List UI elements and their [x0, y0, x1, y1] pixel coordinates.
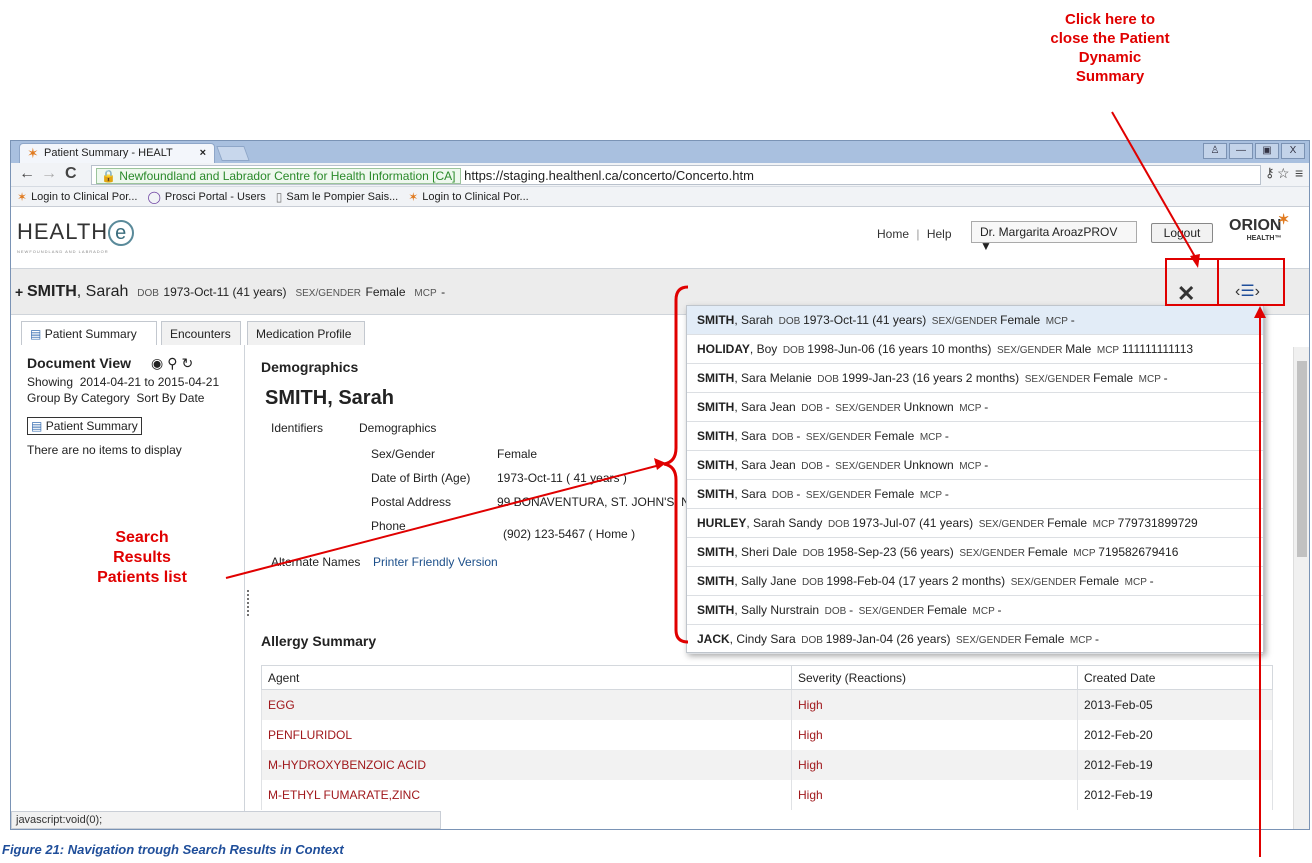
arrowhead	[1190, 254, 1200, 268]
arrowhead	[1254, 306, 1266, 318]
highlight-close-box	[1165, 258, 1219, 306]
brace	[663, 285, 689, 644]
callout-arrow	[1111, 111, 1199, 263]
highlight-nav-box	[1217, 258, 1285, 306]
search-arrow	[225, 464, 661, 579]
figure-caption: Figure 21: Navigation trough Search Resu…	[2, 842, 344, 857]
annotation-overlay	[225, 111, 1285, 857]
